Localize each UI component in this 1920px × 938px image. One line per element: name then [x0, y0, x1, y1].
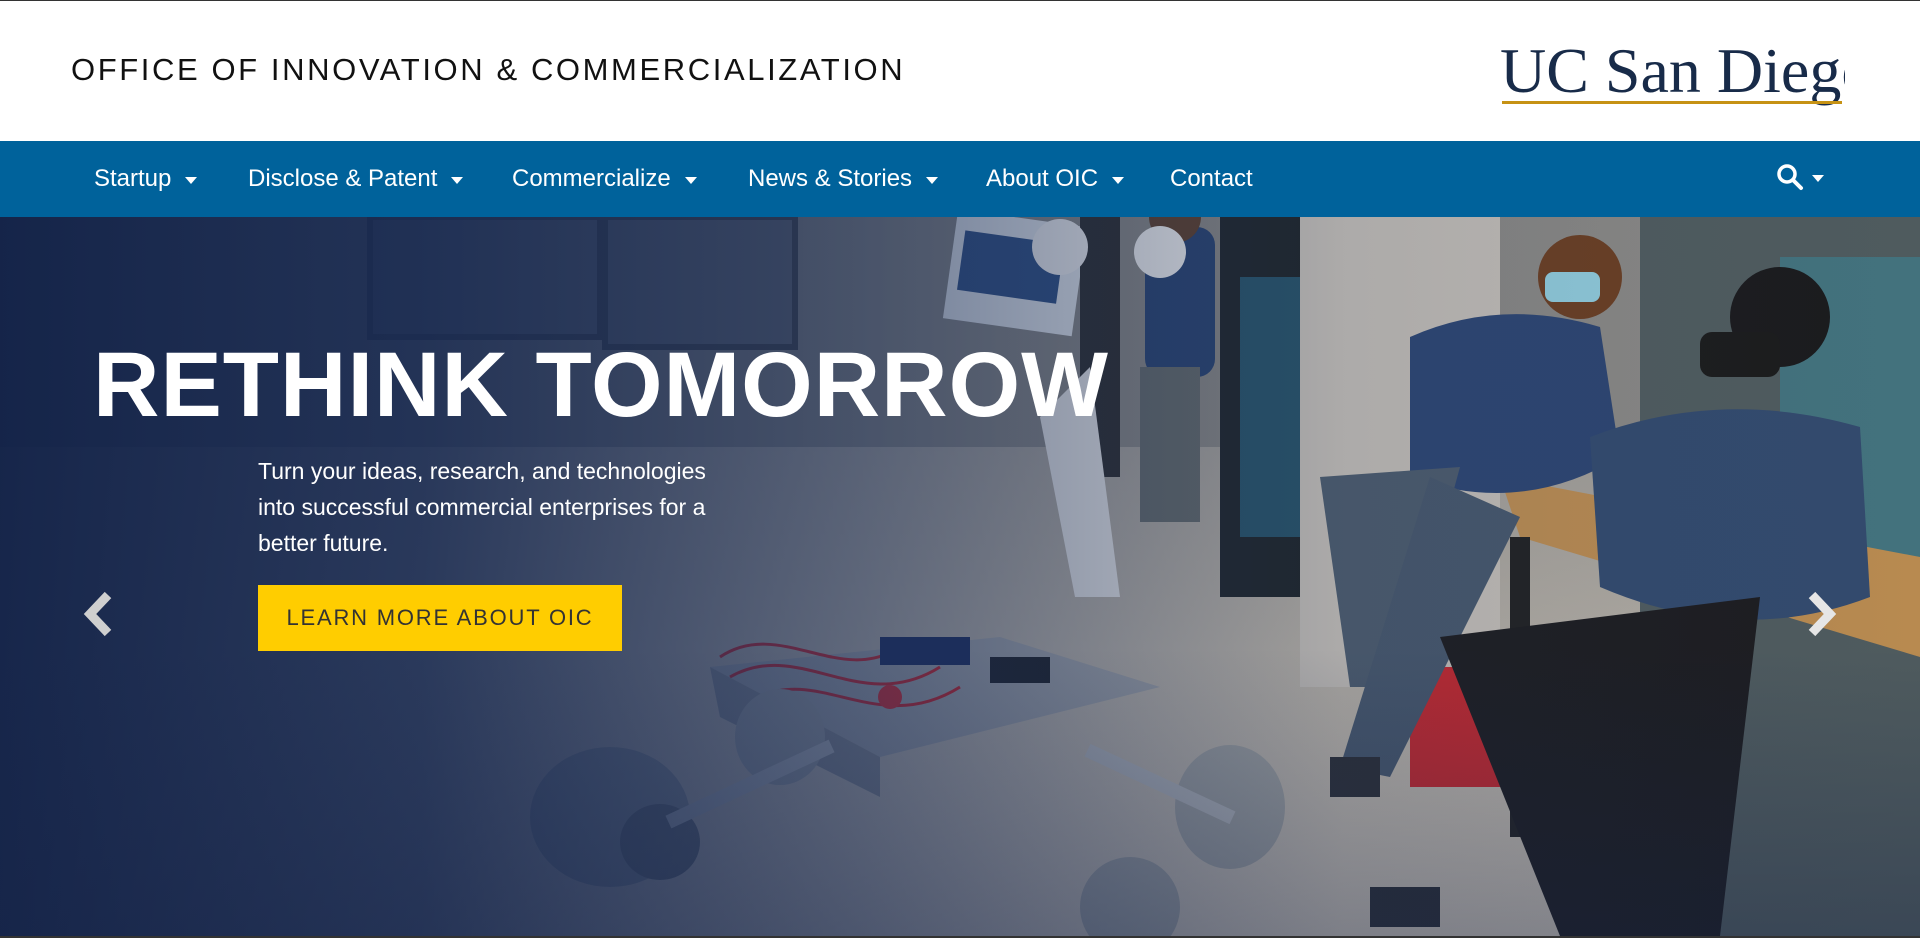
nav-item-label: Startup: [94, 165, 172, 192]
nav-item-about-oic[interactable]: About OIC: [986, 141, 1125, 217]
learn-more-button[interactable]: LEARN MORE ABOUT OIC: [258, 585, 622, 651]
search-toggle[interactable]: [1776, 141, 1824, 213]
hero-title: RETHINK TOMORROW: [93, 334, 1110, 436]
nav-item-news-stories[interactable]: News & Stories: [748, 141, 939, 217]
hero-description: Turn your ideas, research, and technolog…: [258, 458, 706, 556]
nav-item-label: Contact: [1170, 165, 1253, 192]
logo-wordmark: UC San Diego: [1500, 36, 1845, 106]
nav-item-label: News & Stories: [748, 165, 913, 192]
nav-item-label: Commercialize: [512, 165, 671, 192]
nav-item-startup[interactable]: Startup: [94, 141, 198, 217]
chevron-right-icon: [1808, 591, 1837, 637]
uc-san-diego-logo[interactable]: UC San Diego: [1500, 35, 1873, 108]
nav-item-contact[interactable]: Contact: [1170, 141, 1253, 217]
nav-item-commercialize[interactable]: Commercialize: [512, 141, 697, 217]
nav-item-label: About OIC: [986, 165, 1099, 192]
caret-down-icon: [451, 176, 464, 184]
hero-bottom-shade: [0, 217, 1920, 936]
caret-down-icon: [926, 176, 939, 184]
site-header: OFFICE OF INNOVATION & COMMERCIALIZATION…: [0, 0, 1920, 141]
carousel-prev-button[interactable]: [80, 589, 120, 639]
chevron-left-icon: [83, 591, 112, 637]
nav-item-label: Disclose & Patent: [248, 165, 438, 192]
caret-down-icon: [1812, 174, 1824, 182]
site-title[interactable]: OFFICE OF INNOVATION & COMMERCIALIZATION: [71, 52, 905, 88]
caret-down-icon: [185, 176, 198, 184]
search-icon: [1777, 164, 1803, 190]
main-nav: Startup Disclose & Patent Commercialize …: [0, 141, 1920, 217]
nav-item-disclose-patent[interactable]: Disclose & Patent: [248, 141, 464, 217]
caret-down-icon: [684, 176, 697, 184]
caret-down-icon: [1112, 176, 1125, 184]
carousel-next-button[interactable]: [1800, 589, 1840, 639]
hero-carousel: RETHINK TOMORROW Turn your ideas, resear…: [0, 217, 1920, 936]
